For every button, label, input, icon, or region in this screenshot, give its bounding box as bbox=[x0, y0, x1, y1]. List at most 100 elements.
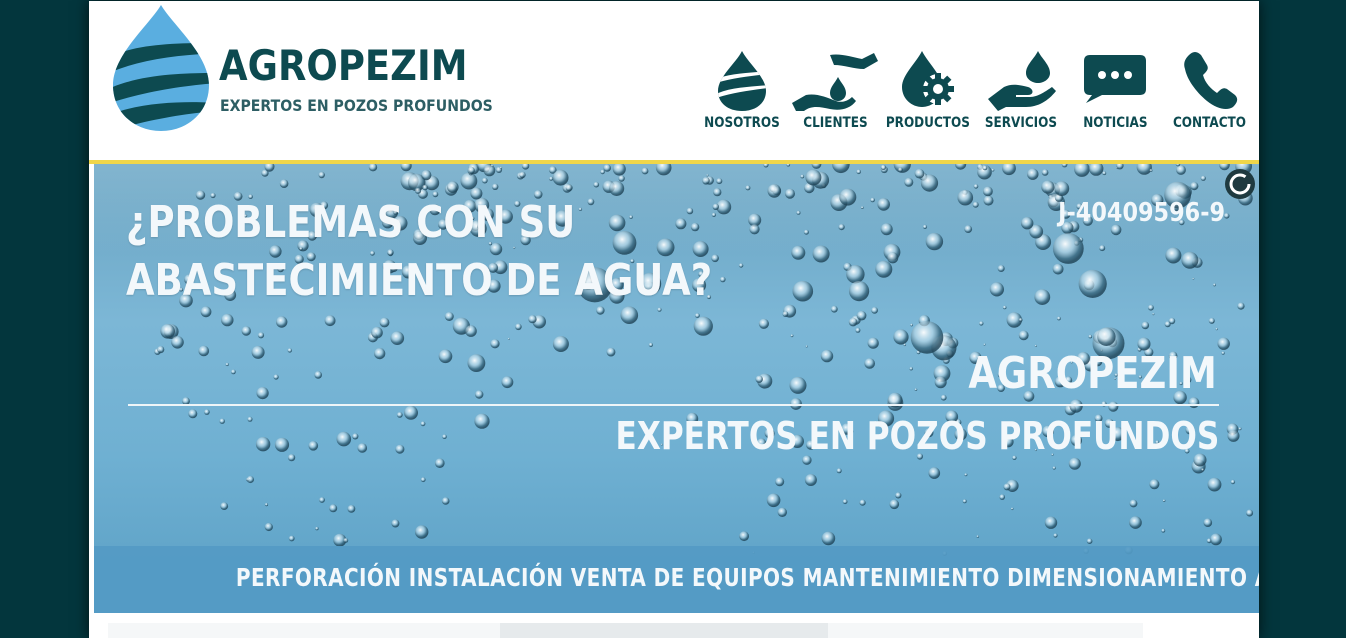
bubble bbox=[465, 325, 477, 337]
bubble bbox=[934, 376, 947, 389]
bubble bbox=[859, 499, 866, 506]
bubble bbox=[552, 336, 569, 352]
bubble bbox=[1102, 171, 1107, 176]
bubble bbox=[241, 326, 251, 336]
bubble bbox=[871, 307, 878, 314]
bubble bbox=[964, 225, 973, 233]
bubble bbox=[374, 348, 386, 360]
bubble bbox=[893, 329, 909, 345]
bubble bbox=[1230, 479, 1236, 485]
bubble bbox=[706, 174, 709, 177]
nav-item-contacto[interactable]: CONTACTO bbox=[1171, 49, 1247, 149]
bubble bbox=[255, 437, 271, 452]
hands-drop-icon bbox=[792, 53, 878, 111]
bubble bbox=[922, 224, 928, 229]
bubble bbox=[1246, 509, 1254, 517]
bubble bbox=[928, 467, 941, 479]
bubble bbox=[745, 185, 751, 191]
bubble bbox=[442, 434, 447, 440]
bubble bbox=[519, 171, 526, 179]
bubble bbox=[842, 499, 848, 505]
nav-item-servicios[interactable]: SERVICIOS bbox=[982, 49, 1060, 149]
bubble bbox=[1129, 516, 1142, 529]
bubble bbox=[603, 164, 611, 172]
hero-headline-line2: ABASTECIMIENTO DE AGUA? bbox=[126, 255, 713, 306]
bubble bbox=[849, 281, 870, 302]
bubble bbox=[324, 315, 336, 327]
bubble bbox=[198, 345, 210, 357]
bubble bbox=[983, 343, 986, 346]
bubble bbox=[483, 164, 496, 177]
bubble bbox=[749, 224, 760, 235]
bubble bbox=[962, 499, 967, 504]
services-band: PERFORACIÓN INSTALACIÓN VENTA DE EQUIPOS… bbox=[94, 546, 1259, 613]
bubble bbox=[1221, 351, 1225, 355]
bubble bbox=[490, 339, 500, 349]
bubble bbox=[914, 168, 925, 179]
bubble bbox=[491, 164, 494, 168]
bubble bbox=[247, 416, 253, 422]
bubble bbox=[246, 475, 254, 484]
nav-item-noticias[interactable]: NOTICIAS bbox=[1077, 49, 1153, 149]
bubble bbox=[789, 376, 807, 394]
bubble bbox=[1078, 269, 1107, 298]
bubble bbox=[940, 394, 947, 401]
bubble bbox=[1052, 263, 1064, 275]
bubble bbox=[838, 224, 845, 231]
bubble bbox=[712, 203, 719, 210]
bubble bbox=[1052, 466, 1056, 470]
bubble bbox=[1162, 499, 1166, 503]
bubble bbox=[979, 321, 984, 326]
bubble bbox=[391, 519, 400, 528]
bubble bbox=[766, 493, 781, 508]
bubble bbox=[1129, 499, 1138, 508]
bubble bbox=[1044, 516, 1058, 529]
bubble bbox=[910, 323, 913, 327]
bubble bbox=[1227, 429, 1240, 442]
logo-link[interactable]: AGROPEZIM EXPERTOS EN POZOS PROFUNDOS bbox=[89, 1, 493, 141]
bubble bbox=[1203, 518, 1213, 527]
nav-item-clientes[interactable]: CLIENTES bbox=[789, 49, 881, 149]
phone-icon bbox=[1184, 52, 1238, 109]
bubble bbox=[713, 188, 722, 197]
bubble bbox=[648, 342, 654, 347]
bubble bbox=[415, 525, 429, 539]
bubble bbox=[720, 276, 726, 283]
bubble bbox=[171, 336, 184, 349]
bubble bbox=[920, 174, 939, 192]
bubble bbox=[999, 494, 1005, 500]
bubble bbox=[1149, 479, 1160, 490]
bubble bbox=[796, 210, 801, 215]
bubble bbox=[314, 371, 322, 379]
bubble bbox=[870, 197, 875, 203]
bubble bbox=[220, 502, 229, 510]
bubble bbox=[1034, 289, 1051, 305]
bubble bbox=[460, 172, 478, 190]
bubble bbox=[441, 497, 450, 505]
hero-divider bbox=[128, 404, 1219, 406]
bubble bbox=[792, 280, 814, 302]
bubble bbox=[318, 171, 325, 179]
nav-label: SERVICIOS bbox=[984, 115, 1058, 131]
bubble bbox=[308, 441, 319, 451]
bubble bbox=[481, 177, 488, 184]
bubble bbox=[925, 232, 944, 251]
bubble bbox=[775, 477, 785, 487]
nav-label: CONTACTO bbox=[1172, 115, 1246, 131]
bubble bbox=[1164, 321, 1171, 328]
bubble bbox=[1003, 483, 1011, 491]
bubble bbox=[716, 178, 723, 185]
nav-item-productos[interactable]: PRODUCTOS bbox=[886, 49, 970, 149]
bubble bbox=[1097, 327, 1116, 346]
bubble bbox=[1057, 316, 1061, 321]
bubble bbox=[157, 346, 165, 354]
bubble bbox=[1201, 468, 1205, 472]
bubble bbox=[997, 265, 1005, 272]
bubble bbox=[1088, 334, 1093, 339]
bubble bbox=[251, 345, 265, 359]
bubble bbox=[777, 507, 787, 517]
bubble bbox=[711, 254, 719, 263]
bubble bbox=[839, 188, 857, 206]
bubble bbox=[856, 310, 867, 321]
nav-item-nosotros[interactable]: NOSOTROS bbox=[704, 49, 780, 149]
